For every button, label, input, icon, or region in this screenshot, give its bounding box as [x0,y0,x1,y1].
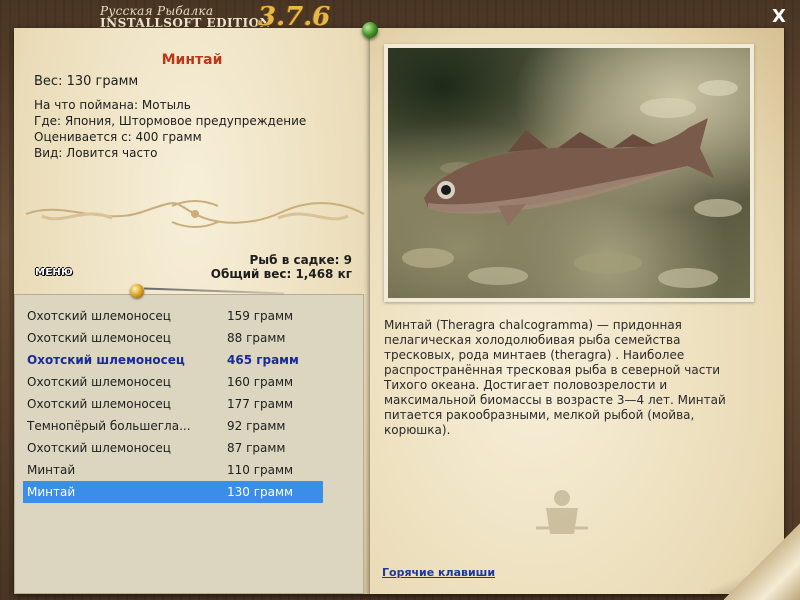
fish-description: Минтай (Theragra chalcogramma) — придонн… [384,318,726,437]
list-item-name: Минтай [27,485,76,499]
list-item-name: Охотский шлемоносец [27,375,171,389]
frequency-info: Вид: Ловится часто [34,146,158,160]
list-item-weight: 87 грамм [227,441,286,455]
list-item[interactable]: Темнопёрый большегла... 92 грамм [23,415,323,437]
location-info: Где: Япония, Штормовое предупреждение [34,114,307,128]
fisherman-silhouette-icon [536,490,588,534]
list-item[interactable]: Минтай 110 грамм [23,459,323,481]
list-item[interactable]: Охотский шлемоносец 177 грамм [23,393,323,415]
list-item[interactable]: Охотский шлемоносец 87 грамм [23,437,323,459]
bait-info: На что поймана: Мотыль [34,98,191,112]
valued-from-info: Оценивается с: 400 грамм [34,130,202,144]
close-button[interactable]: X [768,6,790,28]
list-item-name: Охотский шлемоносец [27,353,185,367]
list-item-name: Минтай [27,463,76,477]
list-item-selected[interactable]: Минтай 130 грамм [23,481,323,503]
gold-pin-icon [130,284,144,298]
list-item-name: Охотский шлемоносец [27,331,171,345]
list-item[interactable]: Охотский шлемоносец 159 грамм [23,305,323,327]
list-item-weight: 110 грамм [227,463,294,477]
list-item-trophy[interactable]: Охотский шлемоносец 465 грамм [23,349,323,371]
list-item-weight: 159 грамм [227,309,294,323]
fish-illustration [402,80,742,288]
fish-photo-frame [384,44,754,302]
menu-button[interactable]: МЕНЮ [35,267,73,278]
list-item-weight: 177 грамм [227,397,294,411]
fish-photo [388,48,750,298]
list-item[interactable]: Охотский шлемоносец 88 грамм [23,327,323,349]
keepnet-summary: Рыб в садке: 9 Общий вес: 1,468 кг [200,253,352,281]
list-item[interactable]: Охотский шлемоносец 160 грамм [23,371,323,393]
list-item-weight: 465 грамм [227,353,299,367]
list-item-name: Охотский шлемоносец [27,441,171,455]
list-item-name: Темнопёрый большегла... [27,419,191,433]
caught-fish-list: Охотский шлемоносец 159 грамм Охотский ш… [14,294,364,594]
page-curl-corner [724,522,800,600]
hotkeys-link[interactable]: Горячие клавиши [382,566,495,579]
decorative-divider-ornament [25,200,365,228]
green-pin-icon [362,22,378,38]
keepnet-total-weight: Общий вес: 1,468 кг [210,267,352,281]
keepnet-count: Рыб в садке: 9 [249,253,353,267]
fish-name-heading: Минтай [161,52,223,68]
list-item-weight: 88 грамм [227,331,286,345]
list-item-weight: 130 грамм [227,485,294,499]
list-item-weight: 160 грамм [227,375,294,389]
list-item-name: Охотский шлемоносец [27,397,171,411]
list-item-name: Охотский шлемоносец [27,309,171,323]
fish-weight: Вес: 130 грамм [34,74,139,89]
list-item-weight: 92 грамм [227,419,286,433]
